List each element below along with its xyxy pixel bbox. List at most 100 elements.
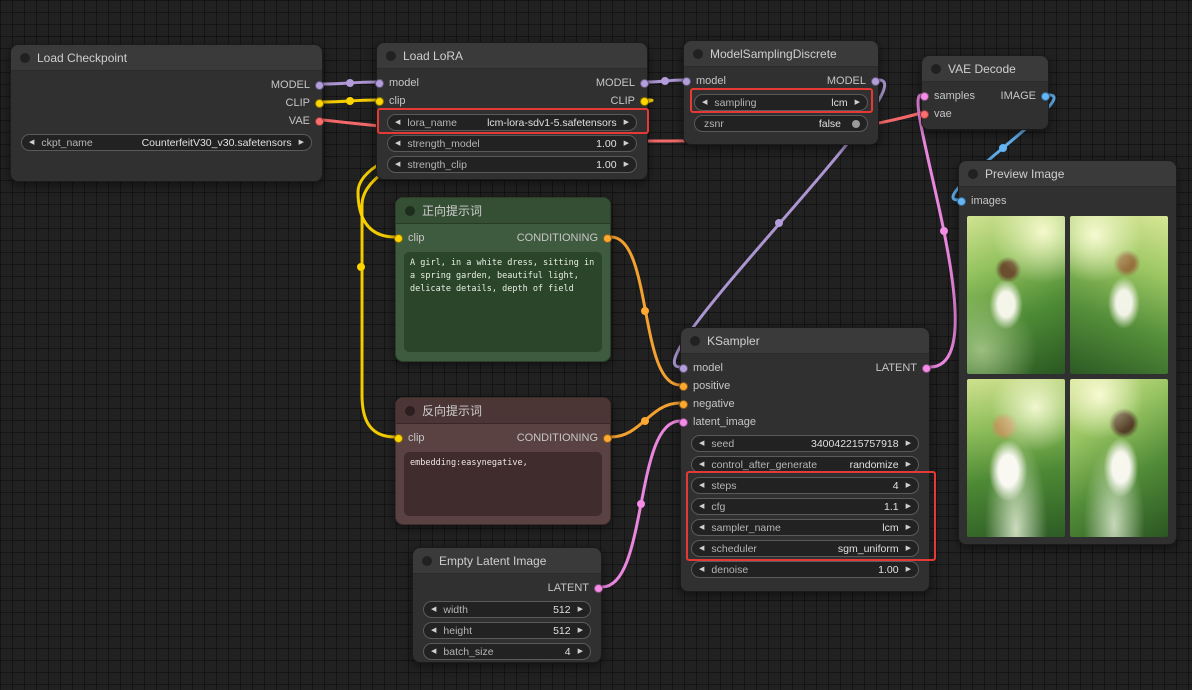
collapse-icon[interactable] — [690, 335, 700, 346]
model-port-icon[interactable] — [640, 78, 649, 88]
increment-icon[interactable]: ▶ — [578, 606, 583, 613]
widget-cfg[interactable]: ◀ cfg 1.1 ▶ — [691, 498, 919, 515]
latent-port-icon[interactable] — [922, 363, 931, 373]
increment-icon[interactable]: ▶ — [578, 627, 583, 634]
node-header[interactable]: Load Checkpoint — [11, 45, 322, 71]
decrement-icon[interactable]: ◀ — [702, 99, 707, 106]
node-header[interactable]: 反向提示词 — [396, 398, 610, 424]
input-port-images[interactable]: images — [957, 195, 1006, 207]
output-port-latent[interactable]: LATENT — [876, 362, 931, 374]
model-port-icon[interactable] — [315, 80, 324, 90]
input-port-samples[interactable]: samples — [920, 90, 975, 102]
collapse-icon[interactable] — [968, 168, 978, 179]
increment-icon[interactable]: ▶ — [906, 566, 911, 573]
output-port-model[interactable]: MODEL — [596, 77, 649, 89]
increment-icon[interactable]: ▶ — [624, 161, 629, 168]
collapse-icon[interactable] — [405, 405, 415, 416]
increment-icon[interactable]: ▶ — [578, 648, 583, 655]
prompt-text-area[interactable]: A girl, in a white dress, sitting in a s… — [404, 252, 602, 352]
clip-port-icon[interactable] — [315, 98, 324, 108]
collapse-icon[interactable] — [931, 63, 941, 74]
decrement-icon[interactable]: ◀ — [29, 139, 34, 146]
latent-port-icon[interactable] — [594, 583, 603, 593]
clip-port-icon[interactable] — [394, 233, 403, 243]
clip-port-icon[interactable] — [394, 433, 403, 443]
decrement-icon[interactable]: ◀ — [699, 482, 704, 489]
increment-icon[interactable]: ▶ — [906, 545, 911, 552]
widget-lora-name[interactable]: ◀ lora_name lcm-lora-sdv1-5.safetensors … — [387, 114, 637, 131]
output-port-vae[interactable]: VAE — [289, 115, 324, 127]
prompt-text-area[interactable]: embedding:easynegative, — [404, 452, 602, 516]
conditioning-port-icon[interactable] — [603, 433, 612, 443]
collapse-icon[interactable] — [20, 52, 30, 63]
increment-icon[interactable]: ▶ — [624, 140, 629, 147]
widget-strength-clip[interactable]: ◀ strength_clip 1.00 ▶ — [387, 156, 637, 173]
decrement-icon[interactable]: ◀ — [699, 503, 704, 510]
widget-ckpt-name[interactable]: ◀ ckpt_name CounterfeitV30_v30.safetenso… — [21, 134, 312, 151]
increment-icon[interactable]: ▶ — [855, 99, 860, 106]
widget-control-after-generate[interactable]: ◀ control_after_generate randomize ▶ — [691, 456, 919, 473]
decrement-icon[interactable]: ◀ — [699, 524, 704, 531]
decrement-icon[interactable]: ◀ — [699, 566, 704, 573]
node-header[interactable]: VAE Decode — [922, 56, 1048, 82]
output-port-conditioning[interactable]: CONDITIONING — [517, 232, 612, 244]
image-port-icon[interactable] — [957, 196, 966, 206]
widget-denoise[interactable]: ◀ denoise 1.00 ▶ — [691, 561, 919, 578]
widget-height[interactable]: ◀ height 512 ▶ — [423, 622, 591, 639]
model-port-icon[interactable] — [679, 363, 688, 373]
node-model-sampling-discrete[interactable]: ModelSamplingDiscrete model MODEL ◀ samp… — [682, 40, 880, 145]
node-header[interactable]: 正向提示词 — [396, 198, 610, 224]
model-port-icon[interactable] — [682, 76, 691, 86]
clip-port-icon[interactable] — [640, 96, 649, 106]
decrement-icon[interactable]: ◀ — [395, 119, 400, 126]
output-port-model[interactable]: MODEL — [827, 75, 880, 87]
collapse-icon[interactable] — [386, 50, 396, 61]
input-port-clip[interactable]: clip — [375, 95, 406, 107]
conditioning-port-icon[interactable] — [679, 399, 688, 409]
node-empty-latent-image[interactable]: Empty Latent Image LATENT ◀ width 512 ▶ … — [412, 547, 603, 663]
increment-icon[interactable]: ▶ — [299, 139, 304, 146]
decrement-icon[interactable]: ◀ — [395, 161, 400, 168]
collapse-icon[interactable] — [405, 205, 415, 216]
input-port-model[interactable]: model — [682, 75, 726, 87]
decrement-icon[interactable]: ◀ — [395, 140, 400, 147]
model-port-icon[interactable] — [871, 76, 880, 86]
input-port-model[interactable]: model — [375, 77, 419, 89]
vae-port-icon[interactable] — [920, 109, 929, 119]
node-header[interactable]: ModelSamplingDiscrete — [684, 41, 878, 67]
latent-port-icon[interactable] — [920, 91, 929, 101]
node-graph-canvas[interactable]: Load Checkpoint MODEL CLIP VAE ◀ ckpt_na… — [0, 0, 1192, 690]
node-preview-image[interactable]: Preview Image images — [957, 160, 1177, 545]
input-port-clip[interactable]: clip — [394, 232, 425, 244]
decrement-icon[interactable]: ◀ — [699, 461, 704, 468]
input-port-model[interactable]: model — [679, 362, 723, 374]
decrement-icon[interactable]: ◀ — [431, 648, 436, 655]
widget-sampler-name[interactable]: ◀ sampler_name lcm ▶ — [691, 519, 919, 536]
increment-icon[interactable]: ▶ — [906, 482, 911, 489]
clip-port-icon[interactable] — [375, 96, 384, 106]
increment-icon[interactable]: ▶ — [906, 503, 911, 510]
increment-icon[interactable]: ▶ — [906, 440, 911, 447]
output-port-conditioning[interactable]: CONDITIONING — [517, 432, 612, 444]
node-load-lora[interactable]: Load LoRA model MODEL clip CLIP ◀ lora_n… — [375, 42, 649, 180]
widget-scheduler[interactable]: ◀ scheduler sgm_uniform ▶ — [691, 540, 919, 557]
node-load-checkpoint[interactable]: Load Checkpoint MODEL CLIP VAE ◀ ckpt_na… — [10, 44, 324, 182]
collapse-icon[interactable] — [422, 555, 432, 566]
conditioning-port-icon[interactable] — [603, 233, 612, 243]
decrement-icon[interactable]: ◀ — [431, 606, 436, 613]
node-positive-prompt[interactable]: 正向提示词 clip CONDITIONING A girl, in a whi… — [394, 197, 612, 362]
widget-sampling[interactable]: ◀ sampling lcm ▶ — [694, 94, 868, 111]
input-port-clip[interactable]: clip — [394, 432, 425, 444]
decrement-icon[interactable]: ◀ — [699, 545, 704, 552]
node-header[interactable]: Load LoRA — [377, 43, 647, 69]
conditioning-port-icon[interactable] — [679, 381, 688, 391]
widget-strength-model[interactable]: ◀ strength_model 1.00 ▶ — [387, 135, 637, 152]
node-vae-decode[interactable]: VAE Decode samples IMAGE vae — [920, 55, 1050, 130]
node-ksampler[interactable]: KSampler model LATENT positive negative … — [679, 327, 931, 592]
widget-seed[interactable]: ◀ seed 340042215757918 ▶ — [691, 435, 919, 452]
increment-icon[interactable]: ▶ — [906, 524, 911, 531]
node-negative-prompt[interactable]: 反向提示词 clip CONDITIONING embedding:easyne… — [394, 397, 612, 525]
widget-width[interactable]: ◀ width 512 ▶ — [423, 601, 591, 618]
output-port-latent[interactable]: LATENT — [548, 582, 603, 594]
decrement-icon[interactable]: ◀ — [699, 440, 704, 447]
